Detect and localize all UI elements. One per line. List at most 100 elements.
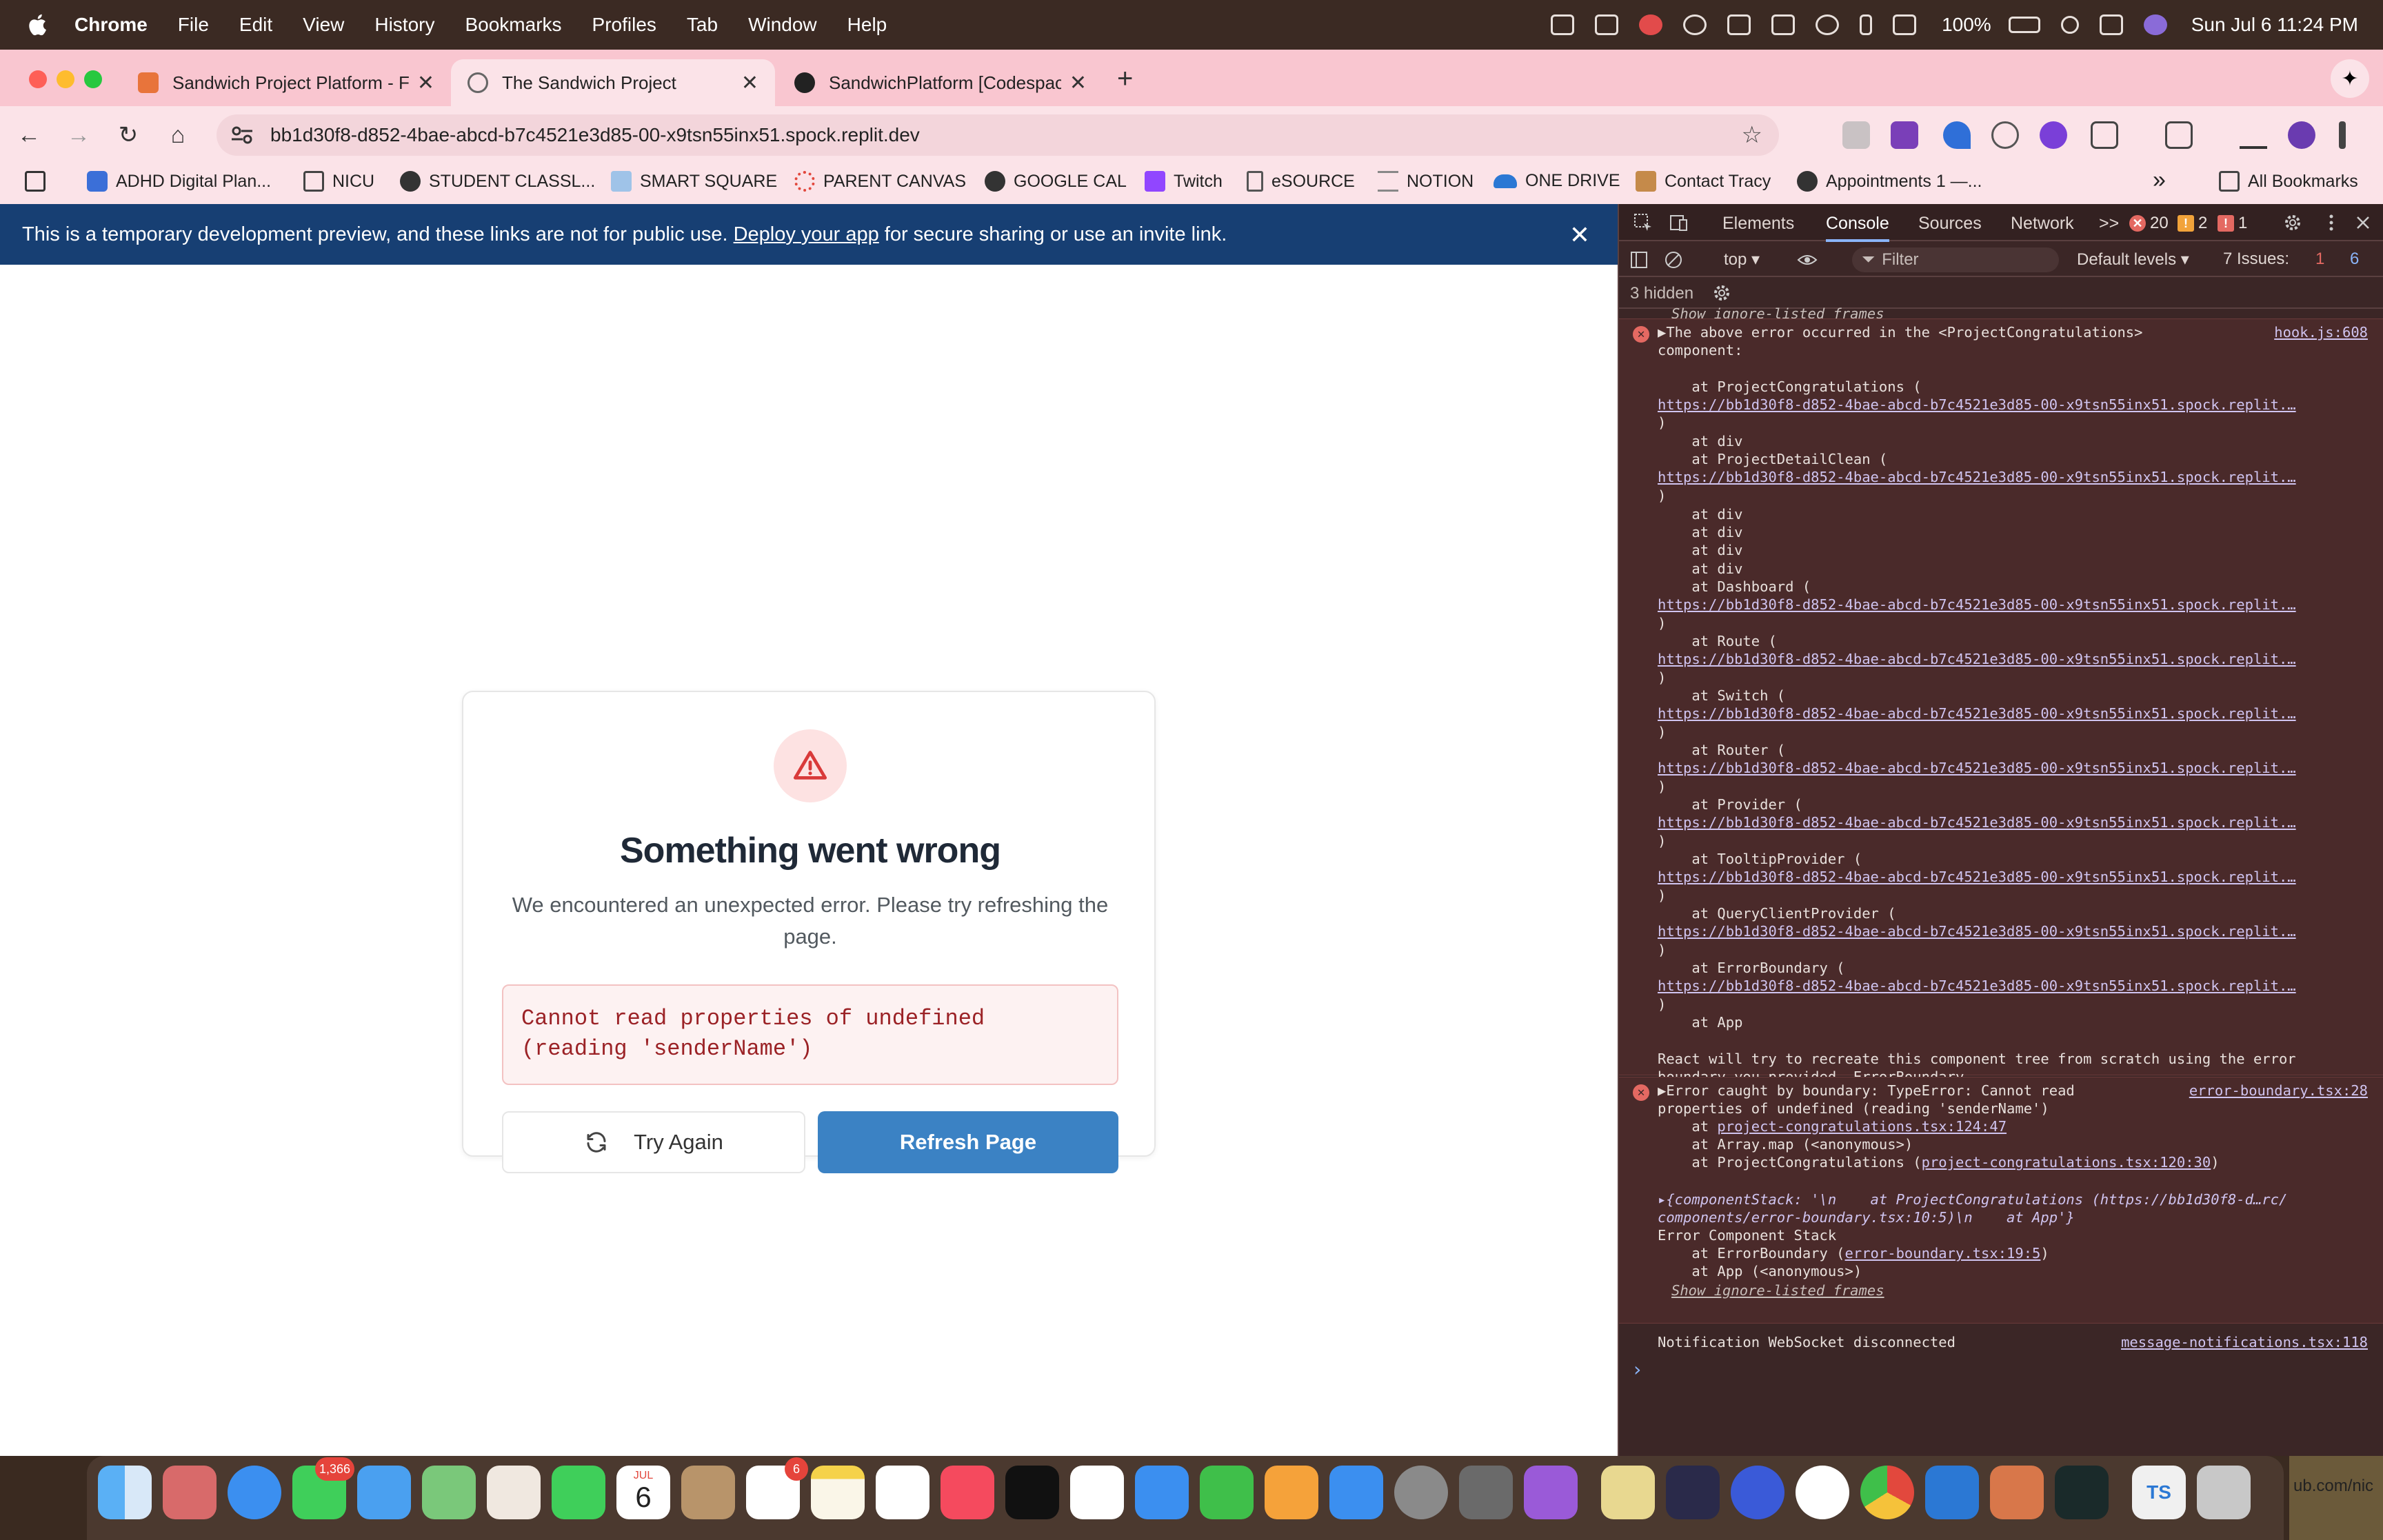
app-store-icon[interactable] xyxy=(1329,1466,1383,1519)
console-prompt-input[interactable]: › xyxy=(1631,1359,1643,1379)
kebab-menu-icon[interactable] xyxy=(2321,212,2342,233)
all-bookmarks-folder[interactable]: All Bookmarks xyxy=(2219,171,2358,192)
finder-icon[interactable] xyxy=(98,1466,152,1519)
menu-app-chrome[interactable]: Chrome xyxy=(74,14,148,36)
warning-count-badge[interactable]: ! 2 xyxy=(2178,214,2207,233)
issues-label[interactable]: 7 Issues: xyxy=(2223,250,2289,269)
reminders-icon[interactable]: 6 xyxy=(746,1457,808,1519)
devtools-tab-sources[interactable]: Sources xyxy=(1918,214,1982,234)
tab-sandwich-project-platform[interactable]: Sandwich Project Platform - F ✕ xyxy=(121,59,451,106)
deploy-app-link[interactable]: Deploy your app xyxy=(734,223,879,246)
devtools-tab-console[interactable]: Console xyxy=(1826,214,1889,242)
window-zoom-button[interactable] xyxy=(84,70,102,88)
bookmark-twitch[interactable]: Twitch xyxy=(1145,171,1223,192)
stack-frame-url[interactable]: https://bb1d30f8-d852-4bae-abcd-b7c4521e… xyxy=(1658,650,2296,668)
menu-view[interactable]: View xyxy=(303,14,344,36)
wifi-icon[interactable] xyxy=(1893,14,1917,35)
chrome-icon[interactable] xyxy=(1860,1466,1914,1519)
error-header-line[interactable]: ▶Error caught by boundary: TypeError: Ca… xyxy=(1658,1082,2075,1100)
chrome-menu-icon[interactable] xyxy=(2339,121,2346,149)
forward-arrow-icon[interactable]: → xyxy=(59,116,98,154)
extension-a-icon[interactable] xyxy=(1842,121,1870,149)
new-tab-button[interactable]: + xyxy=(1117,63,1133,94)
extension-v-icon[interactable] xyxy=(1943,121,1971,149)
bookmarks-overflow-chevron-icon[interactable]: » xyxy=(2153,167,2166,194)
back-arrow-icon[interactable]: ← xyxy=(10,116,48,154)
stack-frame-url[interactable]: https://bb1d30f8-d852-4bae-abcd-b7c4521e… xyxy=(1658,468,2296,486)
reload-icon[interactable]: ↻ xyxy=(109,116,148,154)
bookmark-smart-square[interactable]: SMART SQUARE xyxy=(611,171,777,192)
extensions-puzzle-icon[interactable] xyxy=(2091,121,2118,149)
source-link-project-congratulations[interactable]: project-congratulations.tsx:124:47 xyxy=(1717,1118,2007,1135)
bookmark-appointments[interactable]: Appointments 1 —... xyxy=(1797,171,1982,192)
bookmark-one-drive[interactable]: ONE DRIVE xyxy=(1494,171,1620,191)
iphone-mirroring-icon[interactable] xyxy=(1459,1466,1513,1519)
instruments-icon[interactable] xyxy=(1666,1466,1720,1519)
menu-bar-clock[interactable]: Sun Jul 6 11:24 PM xyxy=(2191,14,2358,36)
bookmark-parent-canvas[interactable]: PARENT CANVAS xyxy=(794,171,966,192)
messages-icon[interactable]: 1,366 xyxy=(292,1457,354,1519)
window-minimize-button[interactable] xyxy=(57,70,74,88)
pages-icon[interactable] xyxy=(1265,1466,1318,1519)
menu-help[interactable]: Help xyxy=(847,14,887,36)
source-link-error-boundary[interactable]: error-boundary.tsx:28 xyxy=(2189,1082,2368,1100)
extension-kami-icon[interactable] xyxy=(2040,121,2067,149)
cast-icon[interactable] xyxy=(2165,121,2193,149)
close-devtools-icon[interactable] xyxy=(2353,212,2373,233)
bookmark-contact-tracy[interactable]: Contact Tracy xyxy=(1636,171,1771,192)
spotlight-search-icon[interactable] xyxy=(2060,16,2079,34)
try-again-button[interactable]: Try Again xyxy=(502,1111,805,1173)
robot-icon[interactable] xyxy=(1727,14,1751,35)
extension-k-icon[interactable] xyxy=(1891,121,1918,149)
claude-icon[interactable] xyxy=(1990,1466,2044,1519)
bookmark-star-icon[interactable]: ☆ xyxy=(1742,121,1762,149)
chatgpt-icon[interactable] xyxy=(1796,1466,1849,1519)
bookmark-nicu[interactable]: NICU xyxy=(303,171,374,192)
notes-folder-icon[interactable] xyxy=(1601,1466,1655,1519)
bookmark-adhd-digital-planner[interactable]: ADHD Digital Plan... xyxy=(87,171,271,192)
source-link-error-boundary[interactable]: error-boundary.tsx:19:5 xyxy=(1845,1245,2041,1262)
menu-edit[interactable]: Edit xyxy=(239,14,272,36)
system-settings-icon[interactable] xyxy=(1394,1466,1448,1519)
stack-frame-url[interactable]: https://bb1d30f8-d852-4bae-abcd-b7c4521e… xyxy=(1658,868,2296,886)
bluetooth-icon[interactable] xyxy=(1860,14,1873,35)
notes-icon[interactable] xyxy=(811,1466,865,1519)
battery-icon[interactable] xyxy=(2008,17,2040,33)
airdrop-icon[interactable] xyxy=(1816,14,1840,35)
stack-frame-url[interactable]: https://bb1d30f8-d852-4bae-abcd-b7c4521e… xyxy=(1658,813,2296,831)
bookmark-notion[interactable]: NOTION xyxy=(1378,171,1474,192)
devtools-tab-network[interactable]: Network xyxy=(2011,214,2074,234)
issues-error-count[interactable]: 1 xyxy=(2315,250,2324,269)
control-center-icon[interactable] xyxy=(2099,14,2123,35)
app-grid-icon[interactable] xyxy=(1595,14,1619,35)
apple-tv-icon[interactable] xyxy=(1005,1466,1059,1519)
console-settings-gear-icon[interactable] xyxy=(1711,283,1732,303)
bookmark-google-cal[interactable]: GOOGLE CAL xyxy=(985,171,1127,192)
settings-gear-icon[interactable] xyxy=(2282,212,2303,233)
stack-frame-url[interactable]: https://bb1d30f8-d852-4bae-abcd-b7c4521e… xyxy=(1658,977,2296,995)
trash-icon[interactable] xyxy=(2197,1466,2251,1519)
devtools-tab-elements[interactable]: Elements xyxy=(1722,214,1794,234)
menu-history[interactable]: History xyxy=(374,14,434,36)
stack-frame-url[interactable]: https://bb1d30f8-d852-4bae-abcd-b7c4521e… xyxy=(1658,705,2296,722)
freeform-icon[interactable] xyxy=(876,1466,929,1519)
close-tab-icon[interactable]: ✕ xyxy=(741,71,758,95)
music-icon[interactable] xyxy=(941,1466,994,1519)
photos-icon[interactable] xyxy=(487,1466,541,1519)
log-levels-dropdown[interactable]: Default levels ▾ xyxy=(2077,250,2189,270)
stack-frame-url[interactable]: https://bb1d30f8-d852-4bae-abcd-b7c4521e… xyxy=(1658,596,2296,614)
clear-console-icon[interactable] xyxy=(1663,250,1684,270)
issues-info-count[interactable]: 6 xyxy=(2350,250,2359,269)
menu-bookmarks[interactable]: Bookmarks xyxy=(465,14,561,36)
source-link-project-congratulations[interactable]: project-congratulations.tsx:120:30 xyxy=(1922,1154,2211,1171)
keynote-icon[interactable] xyxy=(1135,1466,1189,1519)
bookmark-student-classlink[interactable]: STUDENT CLASSL... xyxy=(400,171,595,192)
vscode-icon[interactable] xyxy=(1925,1466,1979,1519)
news-icon[interactable] xyxy=(1070,1466,1124,1519)
calendar-icon[interactable]: JUL 6 xyxy=(616,1466,670,1519)
network-tree-icon[interactable] xyxy=(1771,14,1796,35)
component-stack-object[interactable]: ▸{componentStack: '\n at ProjectCongratu… xyxy=(1658,1191,2287,1208)
maps-icon[interactable] xyxy=(422,1466,476,1519)
contacts-icon[interactable] xyxy=(681,1466,735,1519)
show-ignore-listed-frames-link[interactable]: Show ignore-listed frames xyxy=(1671,1281,1884,1299)
